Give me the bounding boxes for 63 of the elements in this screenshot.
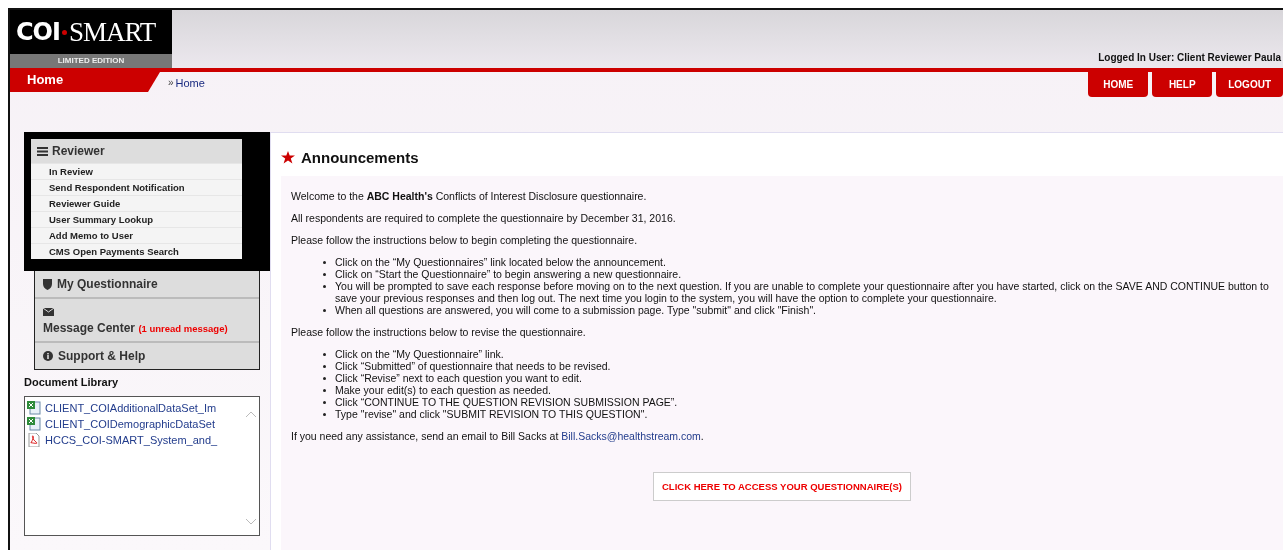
logo: COI SMART LIMITED EDITION	[10, 10, 172, 68]
list-icon	[37, 146, 48, 156]
sidebar-section[interactable]: My Questionnaire	[35, 271, 259, 299]
nav-button[interactable]: HELP	[1152, 72, 1213, 97]
instruction-text: Make your edit(s) to each question as needed.	[335, 384, 551, 396]
nav-button[interactable]: HOME	[1088, 72, 1149, 97]
section-title: Message Center	[43, 321, 136, 335]
instruction-text: Click “Submitted” of questionnaire that needs to be revised.	[335, 360, 611, 372]
scroll-up-icon[interactable]	[245, 411, 257, 418]
document-link[interactable]: HCCS_COI-SMART_System_and_	[45, 434, 218, 446]
sidebar-section[interactable]: Message Center (1 unread message)	[35, 299, 259, 343]
bullet-icon	[323, 261, 326, 264]
star-icon	[281, 151, 295, 164]
bullet-icon	[323, 389, 326, 392]
reviewer-menu-item[interactable]: CMS Open Payments Search	[31, 243, 242, 259]
bullet-icon	[323, 353, 326, 356]
announcement-text: All respondents are required to complete the questionnaire by December 31, 2016.	[291, 212, 677, 224]
bullet-icon	[323, 377, 326, 380]
document-link[interactable]: CLIENT_COIDemographicDataSet	[45, 418, 215, 430]
reviewer-menu-item[interactable]: Send Respondent Notification	[31, 179, 242, 195]
bullet-icon	[323, 285, 326, 288]
reviewer-header[interactable]: Reviewer	[31, 139, 242, 163]
instruction-text: Click on the “My Questionnaires” link located below the announcement.	[335, 256, 666, 268]
bullet-icon	[323, 401, 326, 404]
bullet-icon	[323, 273, 326, 276]
logged-in-user: Logged In User: Client Reviewer Paula	[1098, 52, 1281, 63]
reviewer-menu-item[interactable]: Reviewer Guide	[31, 195, 242, 211]
bullet-icon	[323, 309, 326, 312]
announcement-text: Please follow the instructions below to revise the questionnaire.	[291, 326, 587, 338]
breadcrumb-separator: »	[168, 77, 174, 88]
bullet-icon	[323, 365, 326, 368]
reviewer-menu-item[interactable]: User Summary Lookup	[31, 211, 242, 227]
instruction-text: Click on the “My Questionnaire” link.	[335, 348, 504, 360]
shield-icon	[43, 278, 52, 290]
scroll-down-icon[interactable]	[245, 518, 257, 525]
contact-text: If you need any assistance, send an email to Bill Sacks at Bill.Sacks@healthstream.com.	[291, 430, 705, 442]
document-link[interactable]: CLIENT_COIAdditionalDataSet_Im	[45, 402, 217, 414]
bullet-icon	[323, 413, 326, 416]
reviewer-menu-item[interactable]: In Review	[31, 163, 242, 179]
instruction-text: Click “Revise” next to each question you want to edit.	[335, 372, 582, 384]
email-link[interactable]: Bill.Sacks@healthstream.com	[561, 430, 701, 442]
instruction-text: Click “CONTINUE TO THE QUESTION REVISION SUBMISSION PAGE”.	[335, 396, 678, 408]
instruction-text: Click on “Start the Questionnaire” to begin answering a new questionnaire.	[335, 268, 682, 280]
unread-note: (1 unread message)	[138, 323, 228, 334]
reviewer-menu-item[interactable]: Add Memo to User	[31, 227, 242, 243]
sidebar-section[interactable]: Support & Help	[35, 343, 259, 369]
nav-button[interactable]: LOGOUT	[1216, 72, 1283, 97]
section-title: My Questionnaire	[57, 277, 158, 291]
spreadsheet-icon	[27, 401, 41, 415]
announcements-title: Announcements	[301, 149, 419, 166]
mail-icon	[43, 308, 54, 316]
announcement-text: Please follow the instructions below to begin completing the questionnaire.	[291, 234, 639, 246]
spreadsheet-icon	[27, 417, 41, 431]
access-questionnaire-button[interactable]: CLICK HERE TO ACCESS YOUR QUESTIONNAIRE(S)	[653, 472, 911, 501]
breadcrumb-link[interactable]: Home	[175, 77, 205, 89]
instruction-text: Type "revise" and click "SUBMIT REVISION TO THIS QUESTION".	[335, 408, 648, 420]
pdf-icon	[27, 433, 41, 447]
instruction-text: When all questions are answered, you will come to a submission page. Type "submit" and click "Finish".	[335, 304, 817, 316]
instruction-text: You will be prompted to save each response before moving on to the next question. If you are unable to complete your questionnaire after you have started, click on the SAVE AND CONTINUE button to save your previous responses and then log out. The next time you login to the system, you will have the option to complete your questionnaire.	[335, 280, 1270, 304]
announcement-text: Welcome to the ABC Health's Conflicts of Interest Disclosure questionnaire.	[291, 190, 648, 202]
library-title: Document Library	[24, 376, 120, 388]
info-icon	[43, 351, 53, 361]
section-title: Support & Help	[58, 349, 146, 363]
